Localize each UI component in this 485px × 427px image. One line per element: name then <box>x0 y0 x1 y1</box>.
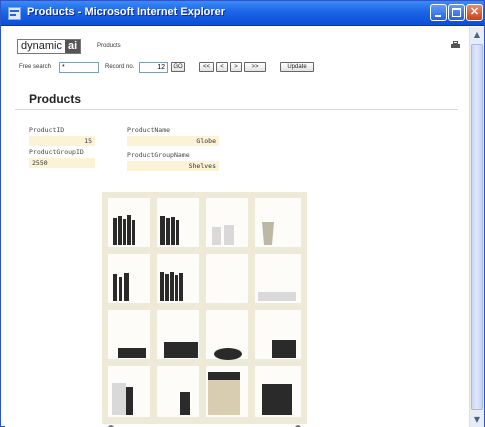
product-id-label: ProductID <box>29 126 65 134</box>
product-group-name-label: ProductGroupName <box>127 151 190 159</box>
product-name-label: ProductName <box>127 126 171 134</box>
go-button[interactable]: GO <box>171 62 185 72</box>
breadcrumb[interactable]: Products <box>97 43 121 49</box>
close-button[interactable]: ✕ <box>466 4 483 21</box>
product-group-name-value: Shelves <box>127 161 219 171</box>
page-content: dynamic ai Products Free search * Record… <box>5 27 469 427</box>
record-no-input[interactable]: 12 <box>139 62 168 73</box>
printer-body <box>451 44 460 48</box>
title-bar[interactable]: Products - Microsoft Internet Explorer ✕ <box>1 1 484 26</box>
product-group-id-label: ProductGroupID <box>29 148 84 156</box>
maximize-button[interactable] <box>448 4 465 21</box>
previous-record-button[interactable]: < <box>216 62 228 72</box>
scroll-down-arrow-icon[interactable]: ▼ <box>470 412 484 427</box>
browser-window: Products - Microsoft Internet Explorer ✕… <box>0 0 485 427</box>
next-record-button[interactable]: > <box>230 62 242 72</box>
internet-explorer-icon <box>8 7 21 20</box>
product-id-value: 15 <box>29 136 95 146</box>
bookshelf-illustration <box>102 192 307 427</box>
printer-icon[interactable] <box>451 41 460 49</box>
scrollbar-thumb[interactable] <box>471 44 483 410</box>
record-no-label: Record no. <box>105 64 135 70</box>
product-name-value: Globe <box>127 136 219 146</box>
last-record-button[interactable]: >> <box>244 62 266 72</box>
free-search-input[interactable]: * <box>59 62 99 73</box>
update-button[interactable]: Update <box>280 62 314 72</box>
title-divider <box>15 109 458 110</box>
logo-ai: ai <box>64 40 81 53</box>
window-title: Products - Microsoft Internet Explorer <box>27 6 226 18</box>
page-title: Products <box>29 92 82 106</box>
logo-word: dynamic <box>18 40 65 53</box>
minimize-button[interactable] <box>430 4 447 21</box>
free-search-label: Free search <box>19 64 52 70</box>
minimize-icon <box>435 15 441 17</box>
first-record-button[interactable]: << <box>199 62 214 72</box>
maximize-icon <box>452 8 461 17</box>
product-image <box>102 192 307 427</box>
close-icon: ✕ <box>469 6 480 18</box>
scroll-up-arrow-icon[interactable]: ▲ <box>470 27 484 43</box>
product-group-id-value: 2550 <box>29 158 95 168</box>
dynamic-ai-logo[interactable]: dynamic ai <box>17 39 82 54</box>
vertical-scrollbar[interactable]: ▲ ▼ <box>469 27 484 427</box>
